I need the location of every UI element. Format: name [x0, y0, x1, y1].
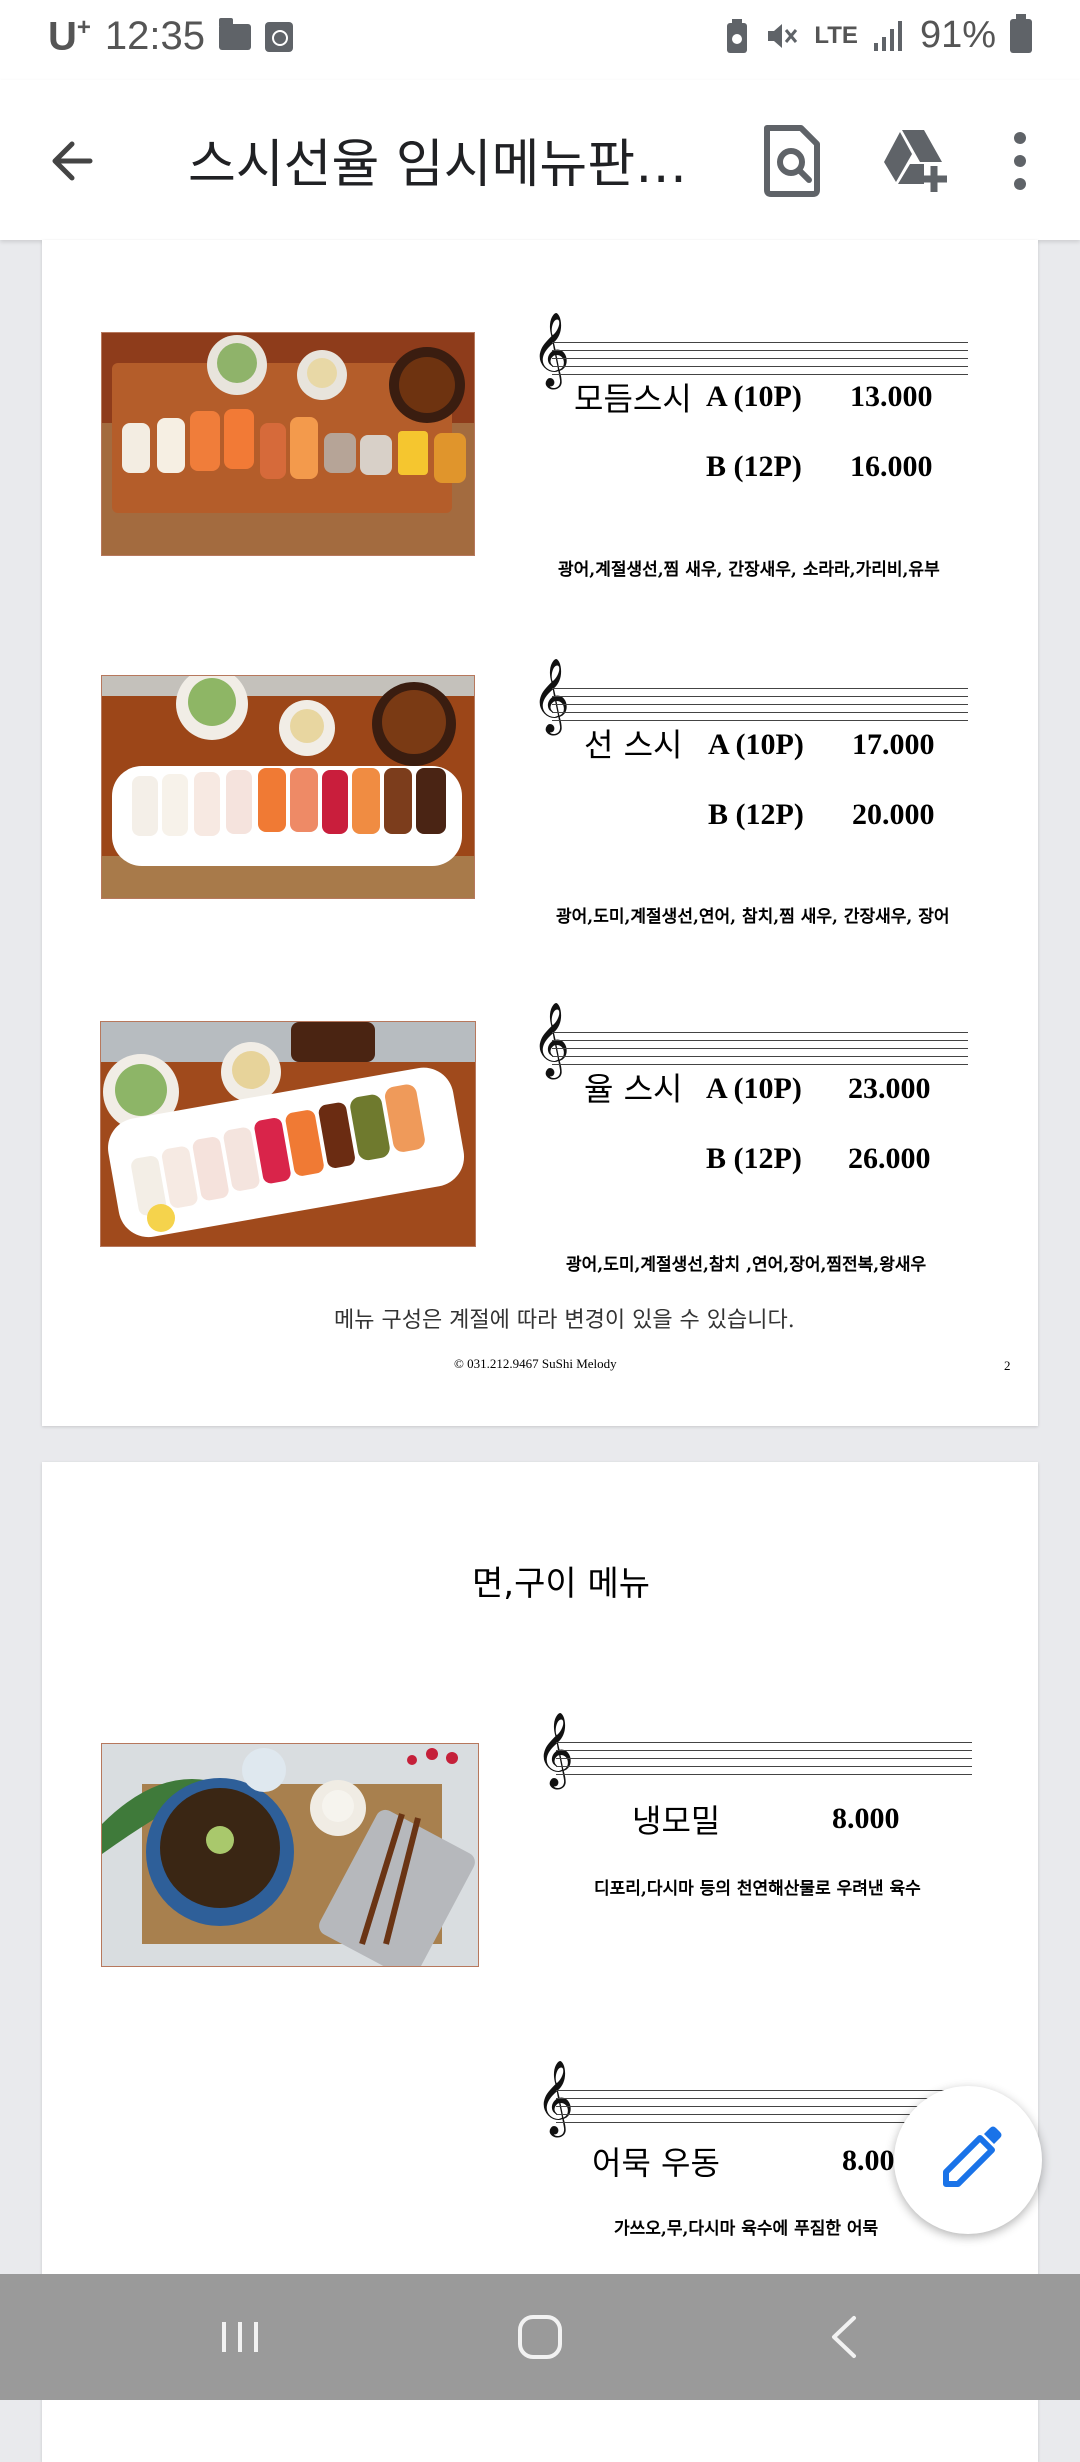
menu-price-a: 17.000 [852, 728, 935, 761]
status-time: 12:35 [104, 14, 206, 59]
back-nav-icon[interactable] [806, 2304, 886, 2370]
menu-item-name: 율 스시 [584, 1070, 683, 1108]
menu-item-description: 광어,계절생선,찜 새우, 간장새우, 소라라,가리비,유부 [558, 560, 940, 580]
sushi-photo-1 [101, 332, 475, 556]
sushi-photo-3 [100, 1021, 476, 1247]
document-title: 스시선율 임시메뉴판2... [188, 135, 688, 195]
menu-item-name: 어묵 우동 [592, 2144, 720, 2182]
add-to-drive-icon[interactable] [880, 122, 950, 198]
signal-icon [873, 20, 902, 51]
menu-notice: 메뉴 구성은 계절에 따라 변경이 있을 수 있습니다. [334, 1308, 795, 1333]
folder-icon [219, 17, 252, 50]
menu-option-a: A (10P) [706, 380, 802, 413]
menu-price-a: 13.000 [850, 380, 933, 413]
menu-price-b: 20.000 [852, 798, 935, 831]
menu-price-b: 16.000 [850, 450, 933, 483]
carrier-sup: + [76, 14, 91, 41]
menu-item-name: 선 스시 [584, 726, 683, 764]
app-bar: 스시선율 임시메뉴판2... [0, 80, 1080, 240]
soba-photo [101, 1743, 479, 1967]
menu-price-b: 26.000 [848, 1142, 931, 1175]
edit-button[interactable] [894, 2086, 1042, 2234]
menu-price: 8.000 [832, 1802, 900, 1835]
status-bar: U+ 12:35 LTE 91% [0, 0, 1080, 80]
menu-item-description: 디포리,다시마 등의 천연해산물로 우려낸 육수 [594, 1879, 921, 1899]
edit-pencil-icon [943, 2126, 1002, 2187]
mute-icon [768, 23, 798, 48]
page-number: 2 [1004, 1358, 1011, 1373]
status-left: U+ 12:35 [48, 14, 294, 59]
menu-price: 8.00 [842, 2144, 895, 2177]
menu-option-a: A (10P) [708, 728, 804, 761]
menu-option-b: B (12P) [706, 1142, 802, 1175]
menu-option-b: B (12P) [706, 450, 802, 483]
carrier-label: U+ [48, 14, 91, 59]
menu-item-description: 가쓰오,무,다시마 육수에 푸짐한 어묵 [614, 2219, 879, 2239]
menu-item-description: 광어,도미,계절생선,참치 ,연어,장어,찜전복,왕새우 [566, 1255, 927, 1275]
menu-price-a: 23.000 [848, 1072, 931, 1105]
network-type: LTE [814, 21, 858, 49]
back-arrow-icon[interactable] [40, 126, 110, 196]
document-page-2[interactable]: 𝄞 모듬스시 A (10P) 13.000 B (12P) 16.000 광어,… [42, 240, 1038, 1426]
find-in-page-icon[interactable] [755, 120, 829, 200]
battery-icon [1010, 13, 1032, 53]
system-nav-bar [0, 2274, 1080, 2400]
page-footer: © 031.212.9467 SuShi Melody [454, 1356, 617, 1371]
home-icon[interactable] [500, 2304, 580, 2370]
carrier-name: U [48, 14, 77, 59]
sushi-photo-2 [101, 675, 475, 899]
recent-apps-icon[interactable] [200, 2304, 280, 2370]
menu-item-name: 냉모밀 [632, 1802, 721, 1840]
menu-item-description: 광어,도미,계절생선,연어, 참치,찜 새우, 간장새우, 장어 [556, 907, 950, 927]
music-staff-4: 𝄞 [536, 1718, 972, 1790]
more-vert-icon[interactable] [1000, 126, 1040, 196]
menu-option-b: B (12P) [708, 798, 804, 831]
alarm-icon [265, 21, 294, 52]
battery-percent: 91% [919, 14, 996, 56]
section-title: 면,구이 메뉴 [472, 1564, 651, 1604]
status-right: LTE 91% [724, 13, 1032, 57]
menu-option-a: A (10P) [706, 1072, 802, 1105]
battery-saver-icon [727, 18, 748, 53]
menu-item-name: 모듬스시 [574, 380, 692, 418]
